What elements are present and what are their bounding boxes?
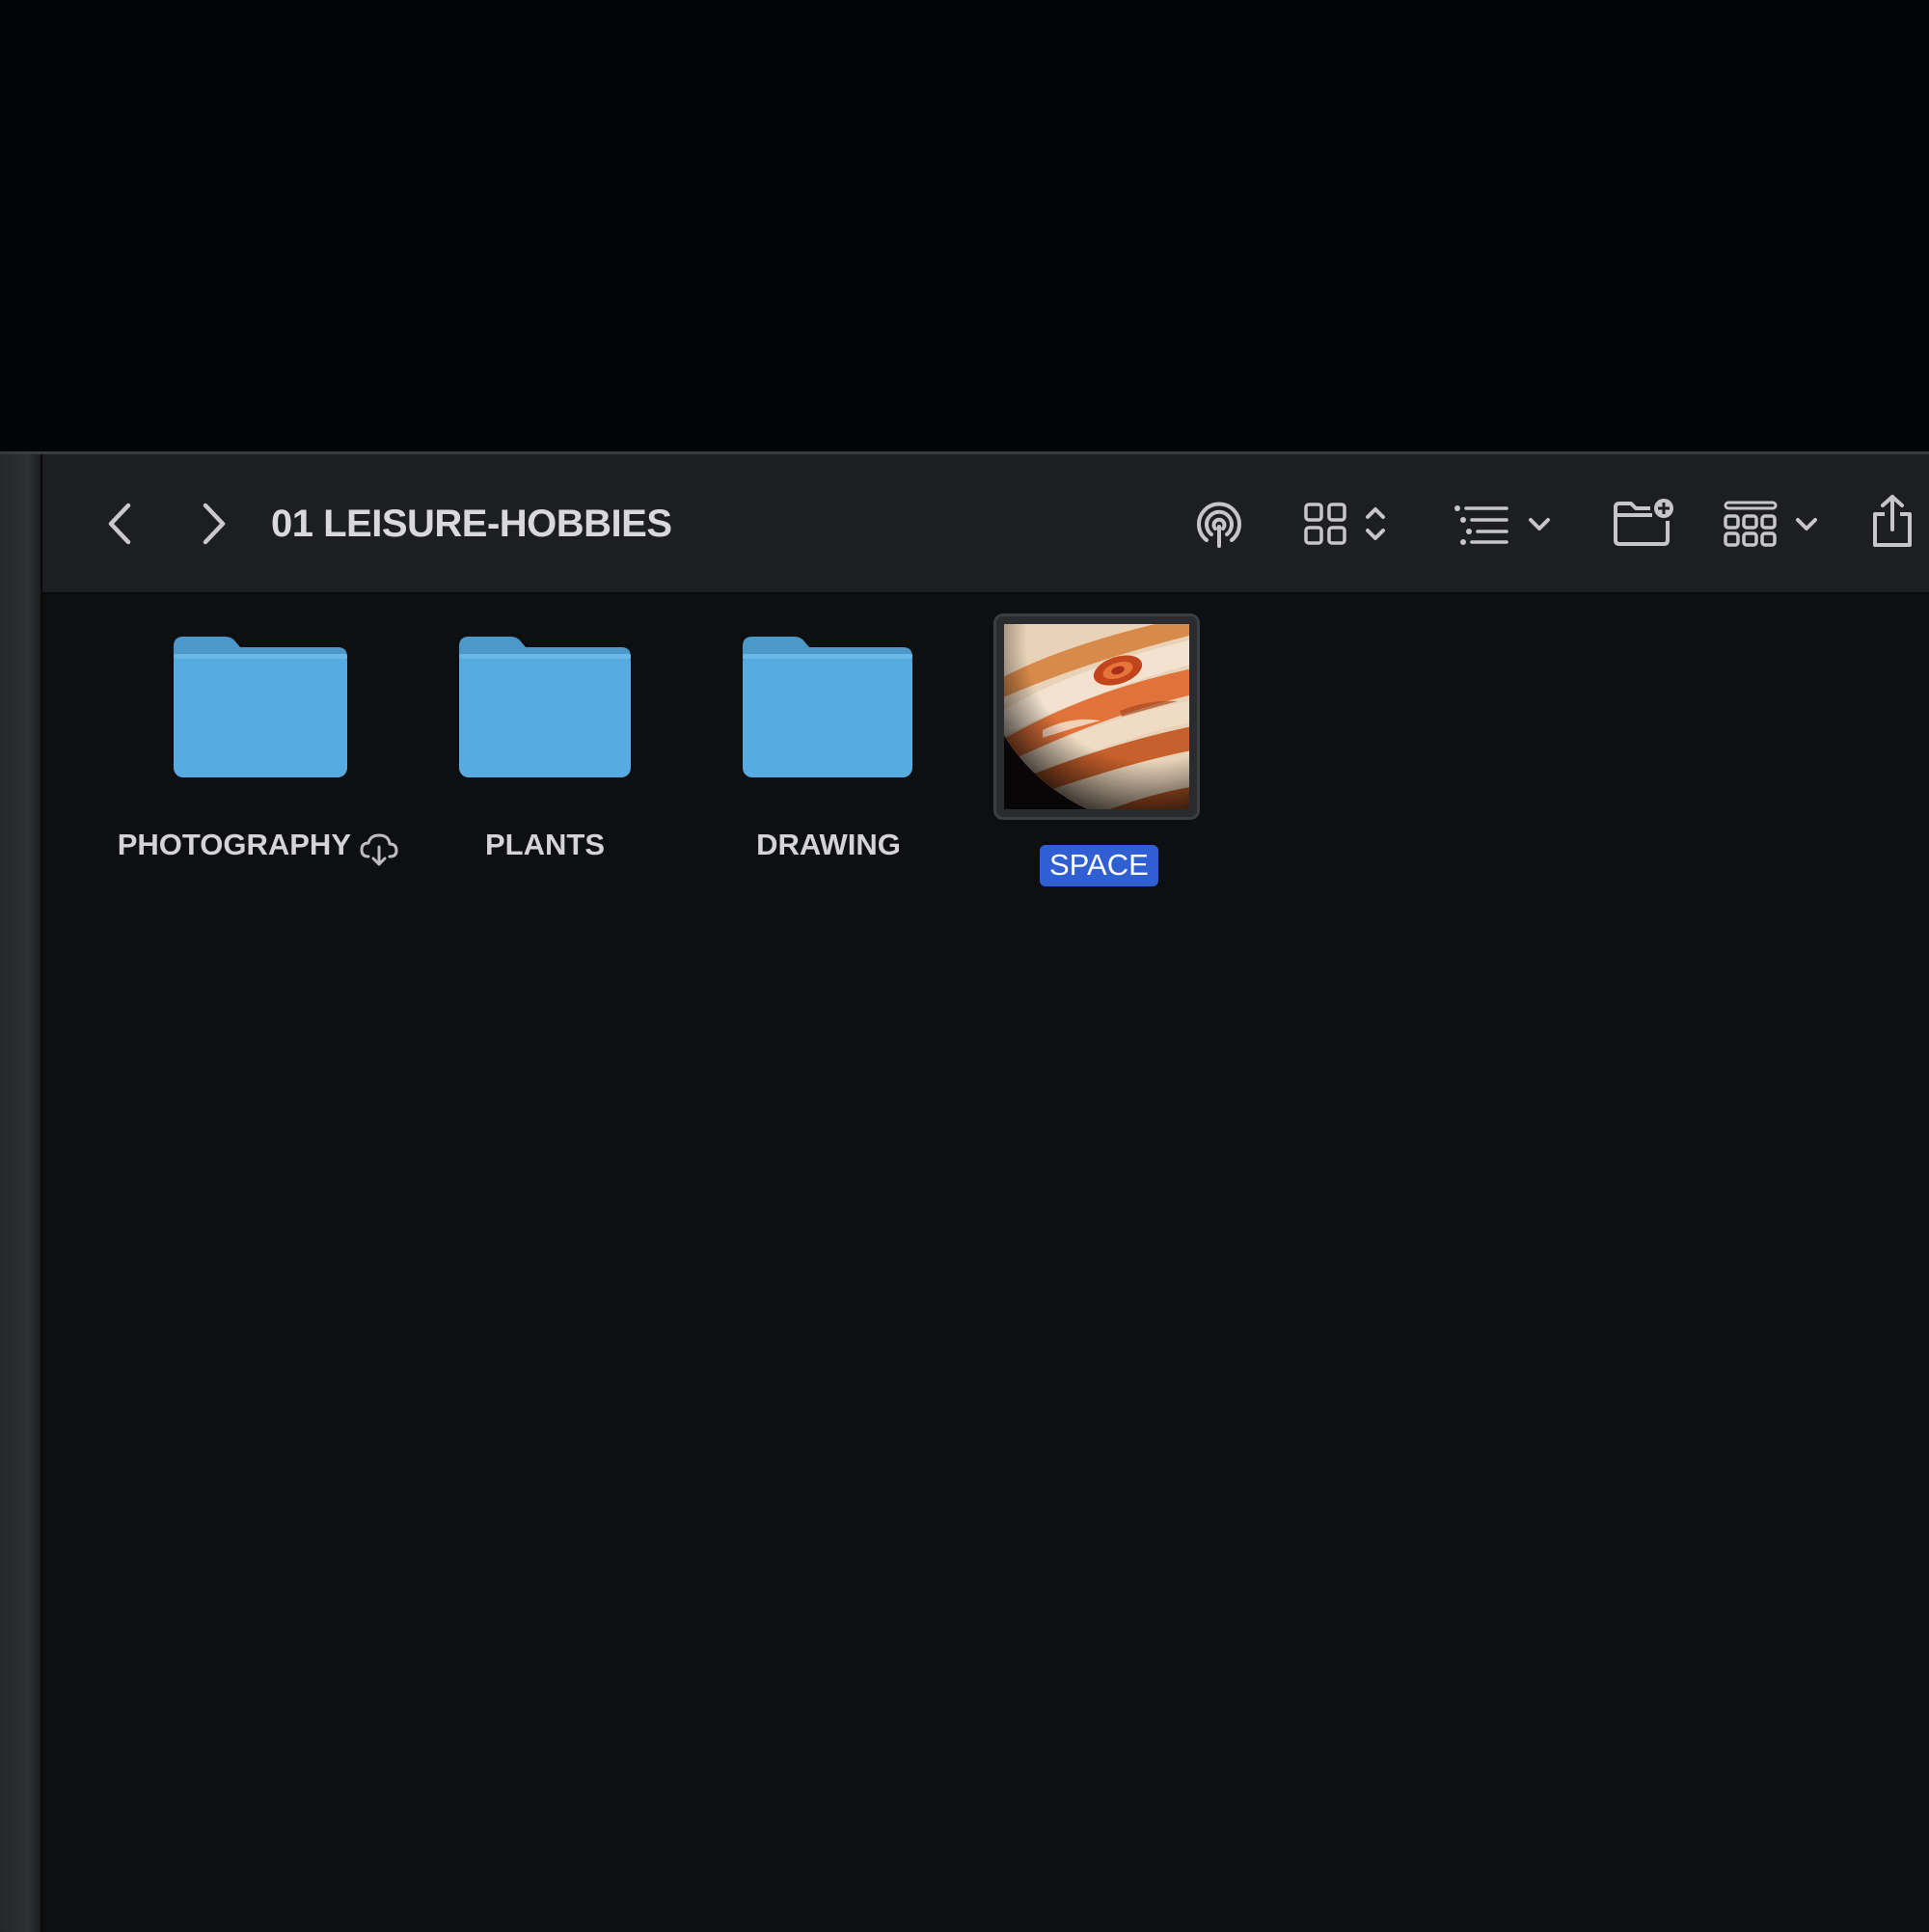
file-item-space[interactable]: SPACE	[993, 613, 1215, 886]
up-down-chevron-icon	[1366, 507, 1385, 540]
chevron-down-icon	[1796, 518, 1817, 531]
sidebar-edge[interactable]	[0, 454, 42, 1932]
icon-grid-view-icon	[1304, 503, 1346, 545]
icloud-download-icon	[360, 833, 398, 866]
new-folder-icon	[1614, 499, 1673, 546]
airdrop-button[interactable]	[1184, 493, 1254, 555]
folder-item-plants[interactable]: PLANTS	[453, 633, 666, 861]
folder-icon	[743, 637, 912, 777]
chevron-left-icon	[108, 503, 131, 545]
window-title: 01 LEISURE-HOBBIES	[271, 503, 672, 545]
item-label: DRAWING	[756, 828, 901, 861]
chevron-right-icon	[203, 503, 226, 545]
item-label: PLANTS	[485, 828, 605, 861]
folder-icon	[459, 637, 631, 777]
forward-button[interactable]	[185, 495, 243, 553]
share-button[interactable]	[1863, 487, 1921, 557]
group-button[interactable]	[1719, 493, 1825, 555]
selection-highlight	[993, 613, 1200, 820]
file-browser-content[interactable]: PHOTOGRAPHY PLANTS DRAWING SPACE	[42, 594, 1929, 1932]
item-label: PHOTOGRAPHY	[117, 828, 351, 861]
back-button[interactable]	[91, 495, 149, 553]
folder-icon	[174, 637, 347, 777]
view-mode-button[interactable]	[1298, 493, 1397, 555]
toolbar: 01 LEISURE-HOBBIES	[42, 454, 1929, 594]
jupiter-thumbnail	[1004, 624, 1189, 809]
share-icon	[1873, 495, 1912, 547]
sort-button[interactable]	[1447, 493, 1559, 555]
airdrop-icon	[1197, 502, 1241, 548]
group-grid-icon	[1724, 501, 1778, 547]
item-label-selected: SPACE	[1040, 845, 1158, 886]
folder-item-photography[interactable]: PHOTOGRAPHY	[110, 633, 419, 866]
chevron-down-icon	[1529, 518, 1550, 531]
folder-item-drawing[interactable]: DRAWING	[737, 633, 949, 861]
list-sort-icon	[1454, 505, 1508, 545]
new-folder-button[interactable]	[1605, 491, 1682, 555]
finder-window: 01 LEISURE-HOBBIES PHOTOGRAPHY PLANTS DR…	[0, 451, 1929, 1932]
